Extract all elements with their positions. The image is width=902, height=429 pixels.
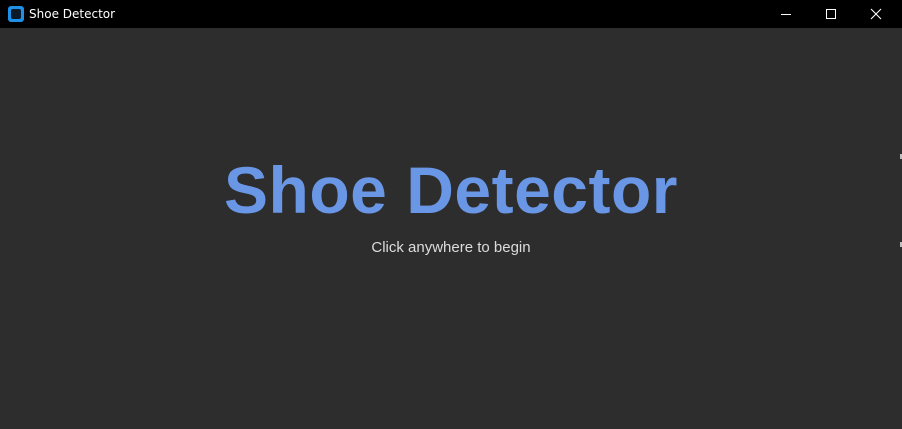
splash-screen[interactable]: Shoe Detector Click anywhere to begin xyxy=(0,28,902,429)
splash-heading: Shoe Detector xyxy=(224,153,678,227)
click-to-begin-prompt: Click anywhere to begin xyxy=(371,239,531,256)
title-bar[interactable]: Shoe Detector xyxy=(0,0,902,28)
window-title: Shoe Detector xyxy=(29,7,116,21)
minimize-button[interactable] xyxy=(763,0,809,28)
close-icon xyxy=(870,8,882,20)
maximize-icon xyxy=(826,9,836,19)
close-button[interactable] xyxy=(853,0,899,28)
app-window: Shoe Detector Shoe Detector Click anywhe… xyxy=(0,0,902,429)
maximize-button[interactable] xyxy=(808,0,854,28)
app-icon xyxy=(8,6,24,22)
minimize-icon xyxy=(781,14,791,15)
